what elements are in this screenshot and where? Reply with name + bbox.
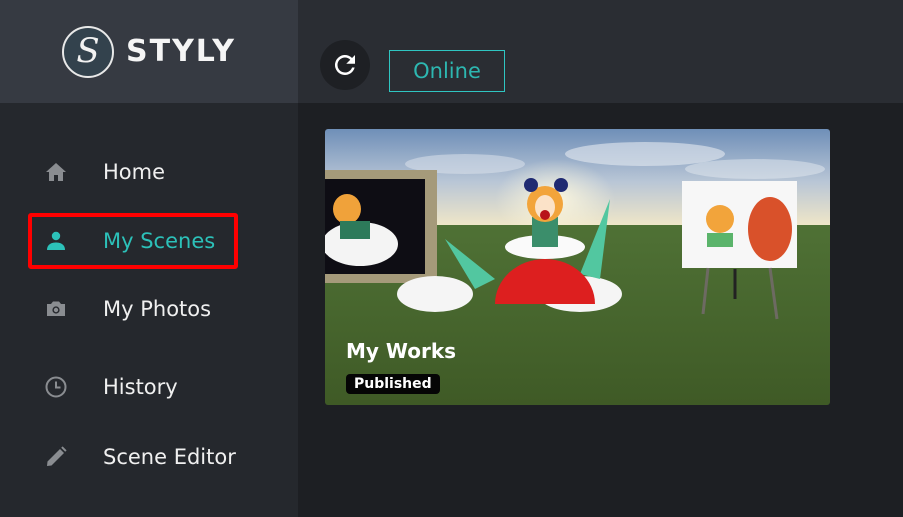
sidebar: S STYLY Home My Scenes My Photos History…	[0, 0, 298, 517]
logo[interactable]: S STYLY	[0, 0, 298, 103]
clock-icon	[40, 371, 72, 403]
pencil-icon	[40, 441, 72, 473]
refresh-icon	[334, 54, 355, 75]
published-badge: Published	[346, 374, 440, 394]
sidebar-item-my-scenes[interactable]: My Scenes	[40, 219, 215, 263]
online-status-badge: Online	[389, 50, 505, 92]
brand-name: STYLY	[126, 34, 236, 69]
sidebar-item-history[interactable]: History	[40, 365, 178, 409]
sidebar-item-label: Home	[103, 160, 166, 184]
logo-letter: S	[76, 30, 100, 71]
sidebar-item-scene-editor[interactable]: Scene Editor	[40, 435, 236, 479]
sidebar-item-label: History	[103, 375, 178, 399]
sidebar-item-label: My Scenes	[103, 229, 216, 253]
sidebar-item-label: My Photos	[103, 297, 212, 321]
person-icon	[40, 225, 72, 257]
scene-title: My Works	[346, 339, 457, 363]
home-icon	[40, 156, 72, 188]
sidebar-item-label: Scene Editor	[103, 445, 236, 469]
scene-card[interactable]: My Works Published	[325, 129, 830, 405]
refresh-button[interactable]	[320, 40, 370, 90]
camera-icon	[40, 293, 72, 325]
sidebar-item-home[interactable]: Home	[40, 150, 165, 194]
logo-emblem-icon: S	[62, 25, 115, 78]
top-toolbar: Online	[298, 0, 903, 103]
sidebar-item-my-photos[interactable]: My Photos	[40, 287, 211, 331]
scene-thumbnail	[325, 129, 830, 405]
